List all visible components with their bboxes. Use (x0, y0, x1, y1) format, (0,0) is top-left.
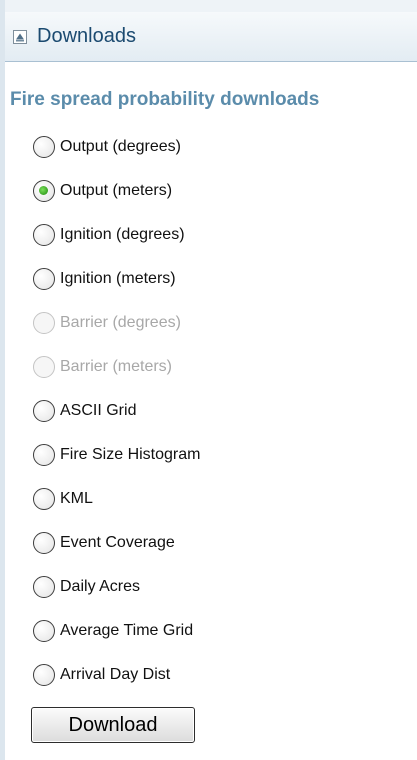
option-label: Fire Size Histogram (60, 446, 201, 463)
radio-button[interactable] (33, 664, 55, 686)
option-label: Daily Acres (60, 578, 141, 595)
option-output-degrees[interactable]: Output (degrees) (33, 125, 200, 169)
downloads-panel: Downloads Fire spread probability downlo… (0, 0, 417, 760)
option-event-coverage[interactable]: Event Coverage (33, 521, 200, 565)
option-fire-size-histogram[interactable]: Fire Size Histogram (33, 433, 200, 477)
radio-button[interactable] (33, 136, 55, 158)
option-label: Barrier (meters) (60, 358, 173, 375)
radio-button[interactable] (33, 444, 55, 466)
option-average-time-grid[interactable]: Average Time Grid (33, 609, 200, 653)
option-label: Average Time Grid (60, 622, 194, 639)
option-daily-acres[interactable]: Daily Acres (33, 565, 200, 609)
radio-button[interactable] (33, 224, 55, 246)
option-barrier-meters: Barrier (meters) (33, 345, 200, 389)
radio-button[interactable] (33, 400, 55, 422)
option-ignition-meters[interactable]: Ignition (meters) (33, 257, 200, 301)
radio-button[interactable] (33, 576, 55, 598)
download-options-list: Output (degrees) Output (meters) Ignitio… (33, 125, 200, 697)
radio-button[interactable] (33, 180, 55, 202)
option-kml[interactable]: KML (33, 477, 200, 521)
radio-button[interactable] (33, 620, 55, 642)
option-output-meters[interactable]: Output (meters) (33, 169, 200, 213)
radio-button[interactable] (33, 268, 55, 290)
option-label: Ignition (degrees) (60, 226, 185, 243)
option-arrival-day-dist[interactable]: Arrival Day Dist (33, 653, 200, 697)
option-ascii-grid[interactable]: ASCII Grid (33, 389, 200, 433)
panel-title: Downloads (37, 25, 136, 47)
option-label: Event Coverage (60, 534, 175, 551)
option-ignition-degrees[interactable]: Ignition (degrees) (33, 213, 200, 257)
option-label: ASCII Grid (60, 402, 137, 419)
option-label: Output (degrees) (60, 138, 181, 155)
radio-button[interactable] (33, 532, 55, 554)
radio-button (33, 356, 55, 378)
option-label: Output (meters) (60, 182, 173, 199)
radio-button (33, 312, 55, 334)
panel-header[interactable]: Downloads (5, 12, 417, 62)
section-title: Fire spread probability downloads (10, 89, 320, 110)
option-label: KML (60, 490, 93, 507)
option-label: Barrier (degrees) (60, 314, 181, 331)
option-label: Arrival Day Dist (60, 666, 171, 683)
option-barrier-degrees: Barrier (degrees) (33, 301, 200, 345)
collapse-up-icon[interactable] (13, 29, 27, 44)
radio-button[interactable] (33, 488, 55, 510)
download-button[interactable]: Download (31, 707, 195, 743)
option-label: Ignition (meters) (60, 270, 176, 287)
